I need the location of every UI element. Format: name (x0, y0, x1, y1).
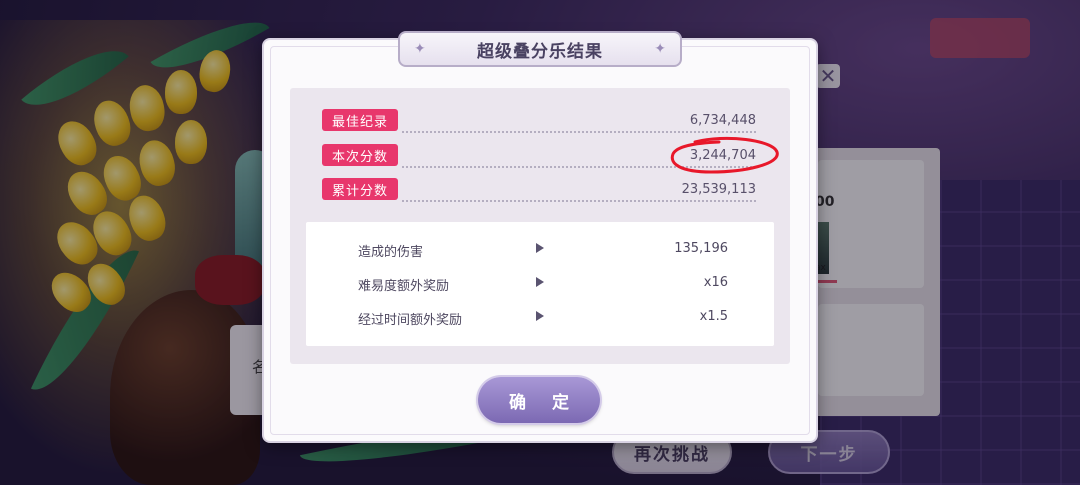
score-breakdown: 造成的伤害 135,196 难易度额外奖励 x16 经过时间额外奖励 x1.5 (306, 222, 774, 346)
play-triangle-icon (536, 311, 544, 321)
dialog-title: 超级叠分乐结果 (477, 41, 603, 62)
result-content: 最佳纪录 6,734,448 本次分数 3,244,704 累计分数 23,53… (290, 88, 790, 364)
best-record-value: 6,734,448 (689, 113, 756, 128)
result-dialog: ✦ 超级叠分乐结果 ✦ 最佳纪录 6,734,448 本次分数 3,244,70… (264, 31, 816, 441)
current-score-label: 本次分数 (322, 144, 398, 166)
confirm-button[interactable]: 确 定 (478, 377, 600, 423)
dotted-divider (402, 131, 756, 133)
breakdown-row: 难易度额外奖励 x16 (306, 271, 774, 295)
time-bonus-label: 经过时间额外奖励 (358, 313, 463, 328)
breakdown-row: 造成的伤害 135,196 (306, 237, 774, 261)
damage-label: 造成的伤害 (358, 245, 424, 260)
best-record-row: 最佳纪录 6,734,448 (322, 109, 756, 133)
total-score-row: 累计分数 23,539,113 (322, 178, 756, 202)
current-score-row: 本次分数 3,244,704 (322, 144, 756, 168)
dotted-divider (402, 200, 756, 202)
breakdown-row: 经过时间额外奖励 x1.5 (306, 305, 774, 329)
time-bonus-value: x1.5 (699, 309, 728, 324)
play-triangle-icon (536, 243, 544, 253)
sparkle-icon: ✦ (654, 41, 666, 57)
difficulty-bonus-label: 难易度额外奖励 (358, 279, 450, 294)
play-triangle-icon (536, 277, 544, 287)
difficulty-bonus-value: x16 (703, 275, 728, 290)
current-score-value: 3,244,704 (689, 148, 756, 163)
best-record-label: 最佳纪录 (322, 109, 398, 131)
dotted-divider (402, 166, 756, 168)
damage-value: 135,196 (674, 241, 728, 256)
dialog-title-tab: ✦ 超级叠分乐结果 ✦ (398, 31, 682, 67)
total-score-label: 累计分数 (322, 178, 398, 200)
total-score-value: 23,539,113 (681, 182, 756, 197)
sparkle-icon: ✦ (414, 41, 426, 57)
